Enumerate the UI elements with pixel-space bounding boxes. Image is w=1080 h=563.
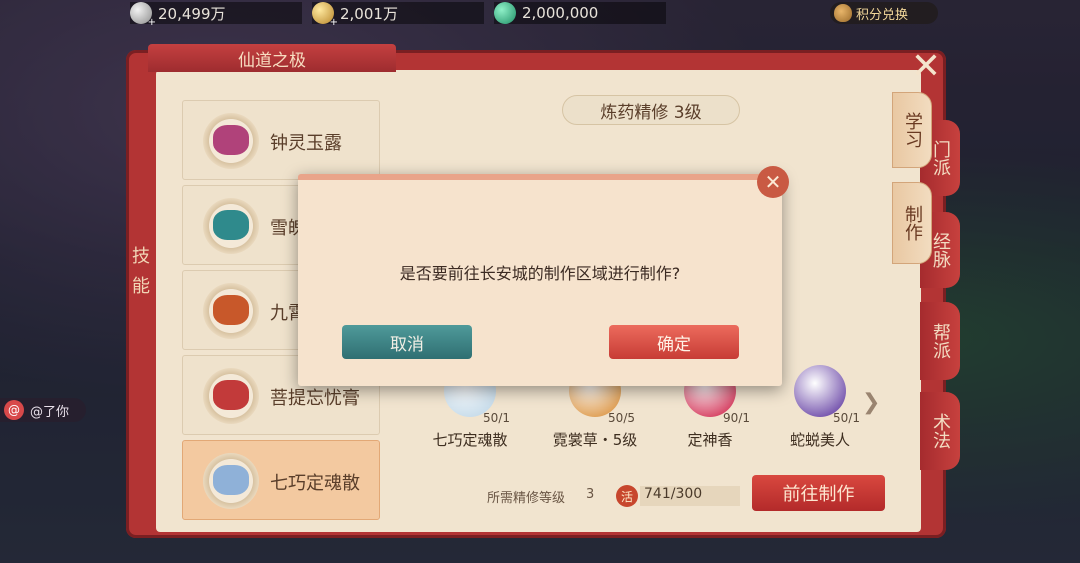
skill-name: 七巧定魂散	[270, 473, 360, 494]
jade-currency: 2,000,000	[494, 2, 666, 24]
skill-icon	[203, 198, 259, 254]
gold-coin-icon[interactable]: +	[312, 2, 338, 28]
recipe-quantity: 50/1	[483, 411, 510, 425]
skill-name: 钟灵玉露	[270, 133, 342, 154]
next-arrow-icon[interactable]: ❯	[862, 390, 880, 415]
side-tab-label: 术法	[930, 413, 951, 449]
required-level-value: 3	[586, 487, 595, 502]
side-tab[interactable]: 学习	[892, 92, 932, 168]
silver-currency: + 20,499万	[130, 2, 302, 28]
recipe-name: 定神香	[687, 431, 733, 449]
confirm-button[interactable]: 确定	[609, 325, 739, 359]
money-bag-icon	[834, 4, 852, 22]
rail-label-skills[interactable]: 技能	[130, 242, 152, 302]
points-exchange-label: 积分兑换	[856, 7, 909, 23]
recipe-item[interactable]: 50/1 蛇蜕美人	[770, 365, 870, 455]
side-tab-label: 帮派	[930, 323, 951, 359]
cancel-button[interactable]: 取消	[342, 325, 472, 359]
side-tab[interactable]: 术法	[920, 392, 960, 470]
confirm-dialog: 是否要前往长安城的制作区域进行制作? 取消 确定	[298, 174, 782, 386]
dialog-close-icon[interactable]: ✕	[757, 166, 789, 198]
chat-mention[interactable]: @ @了你	[0, 398, 86, 422]
recipe-icon	[794, 365, 846, 417]
recipe-name: 蛇蜕美人	[789, 431, 850, 449]
vitality-seal-icon: 活	[616, 485, 638, 507]
side-tab-label: 制作	[902, 205, 923, 241]
go-make-button[interactable]: 前往制作	[752, 475, 885, 511]
skill-icon	[203, 453, 259, 509]
recipe-name: 七巧定魂散	[432, 431, 508, 449]
skill-icon	[203, 113, 259, 169]
silver-amount: 20,499万	[158, 4, 226, 23]
recipe-quantity: 50/1	[833, 411, 860, 425]
side-tab[interactable]: 制作	[892, 182, 932, 264]
jade-amount: 2,000,000	[522, 4, 599, 22]
panel-title: 仙道之极	[148, 44, 396, 72]
vitality-value: 741/300	[640, 486, 740, 506]
recipe-name: 霓裳草・5级	[552, 431, 638, 449]
skill-name: 菩提忘忧膏	[270, 388, 360, 409]
dialog-message: 是否要前往长安城的制作区域进行制作?	[399, 264, 681, 283]
recipe-quantity: 50/5	[608, 411, 635, 425]
side-tab[interactable]: 帮派	[920, 302, 960, 380]
skill-item[interactable]: 钟灵玉露	[182, 100, 380, 180]
side-tab-label: 学习	[902, 112, 923, 148]
required-level-label: 所需精修等级	[487, 491, 566, 506]
gold-currency: + 2,001万	[312, 2, 484, 28]
at-icon: @	[4, 400, 24, 420]
close-panel-icon[interactable]: ✕	[895, 44, 957, 88]
silver-coin-icon[interactable]: +	[130, 2, 156, 28]
skill-icon	[203, 283, 259, 339]
recipe-quantity: 90/1	[723, 411, 750, 425]
skill-icon	[203, 368, 259, 424]
chat-mention-text: @了你	[30, 404, 70, 420]
level-title: 炼药精修 3级	[562, 95, 740, 125]
jade-coin-icon[interactable]	[494, 2, 516, 24]
skill-item[interactable]: 七巧定魂散	[182, 440, 380, 520]
gold-amount: 2,001万	[340, 4, 398, 23]
points-exchange-button[interactable]: 积分兑换	[830, 2, 938, 24]
